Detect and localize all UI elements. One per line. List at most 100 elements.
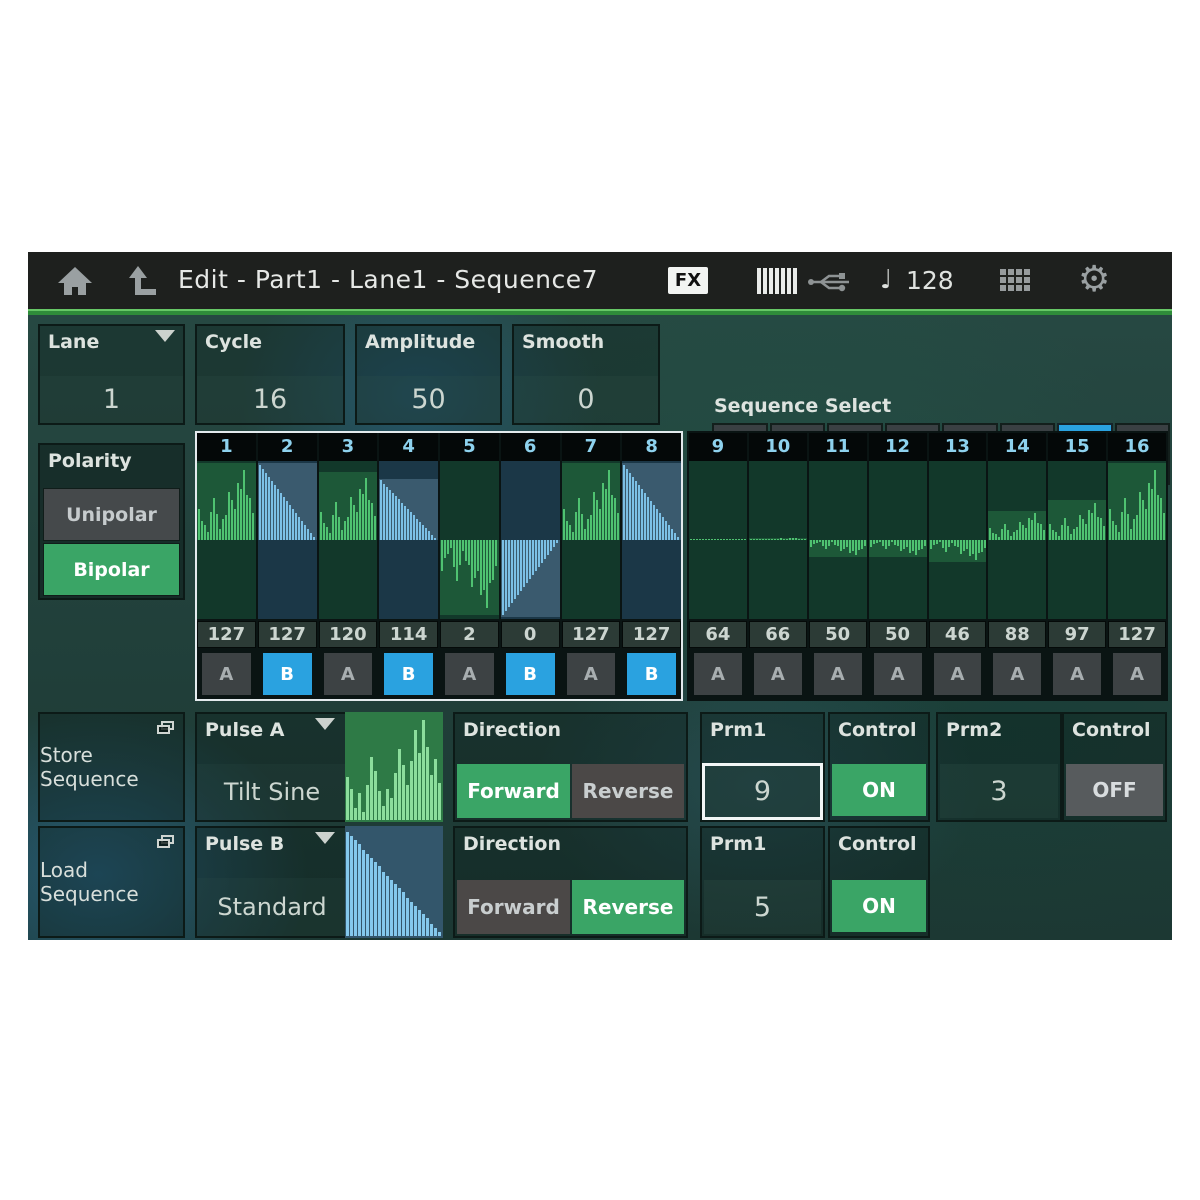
step-pulse-toggle[interactable]: A <box>754 653 802 695</box>
step-pulse-toggle[interactable]: A <box>1053 653 1101 695</box>
chevron-down-icon[interactable] <box>315 718 335 730</box>
step-number: 9 <box>689 433 747 461</box>
polarity-unipolar-button[interactable]: Unipolar <box>43 488 180 541</box>
step-wave-cell[interactable] <box>379 461 438 619</box>
smooth-value[interactable]: 0 <box>514 376 658 423</box>
pulse-a-box[interactable]: Pulse A Tilt Sine <box>195 712 443 822</box>
pulse-a-prm1-box[interactable]: Prm1 9 <box>700 712 825 822</box>
smooth-box[interactable]: Smooth 0 <box>512 324 660 425</box>
amplitude-box[interactable]: Amplitude 50 <box>355 324 502 425</box>
step-pulse-toggle[interactable]: A <box>567 653 616 695</box>
step-pulse-toggle[interactable]: A <box>694 653 742 695</box>
step-column-5: 52A <box>440 433 499 699</box>
step-wave-cell[interactable] <box>988 461 1046 619</box>
step-pulse-toggle[interactable]: B <box>384 653 433 695</box>
step-wave-cell[interactable] <box>622 461 681 619</box>
step-number: 8 <box>622 433 681 461</box>
pulse-a-prm2-value[interactable]: 3 <box>940 764 1058 818</box>
chevron-down-icon[interactable] <box>315 832 335 844</box>
step-pulse-toggle[interactable]: B <box>506 653 555 695</box>
step-pulse-select: A <box>689 650 747 699</box>
pulse-b-waveform[interactable]: Standard <box>197 878 347 936</box>
step-column-1: 1127A <box>197 433 256 699</box>
load-sequence-button[interactable]: Load Sequence <box>38 826 185 938</box>
step-wave-cell[interactable] <box>869 461 927 619</box>
step-value[interactable]: 120 <box>319 621 378 648</box>
step-wave-cell[interactable] <box>689 461 747 619</box>
control-label: Control <box>838 719 917 741</box>
step-wave-cell[interactable] <box>319 461 378 619</box>
step-wave-cell[interactable] <box>197 461 256 619</box>
pulse-a-forward-button[interactable]: Forward <box>457 764 570 818</box>
pulse-b-direction-box: Direction Forward Reverse <box>453 826 688 938</box>
tempo-value[interactable]: 128 <box>906 266 954 295</box>
step-value[interactable]: 97 <box>1048 621 1106 648</box>
step-pulse-toggle[interactable]: A <box>934 653 982 695</box>
pulse-a-label: Pulse A <box>205 719 284 741</box>
keyboard-icon[interactable] <box>757 268 799 294</box>
step-pulse-toggle[interactable]: A <box>814 653 862 695</box>
chevron-down-icon[interactable] <box>155 330 175 342</box>
step-value[interactable]: 50 <box>809 621 867 648</box>
step-wave-cell[interactable] <box>809 461 867 619</box>
step-column-8: 8 127 B <box>622 433 681 699</box>
step-wave-cell[interactable] <box>562 461 621 619</box>
page-title: Edit - Part1 - Lane1 - Sequence7 <box>178 265 598 294</box>
pulse-b-forward-button[interactable]: Forward <box>457 880 570 934</box>
step-value[interactable]: 0 <box>501 621 560 648</box>
step-value[interactable]: 2 <box>440 621 499 648</box>
step-value[interactable]: 127 <box>258 621 317 648</box>
home-icon[interactable] <box>56 264 94 296</box>
step-value[interactable]: 127 <box>622 621 681 648</box>
step-pulse-toggle[interactable]: A <box>445 653 494 695</box>
step-value[interactable]: 88 <box>988 621 1046 648</box>
step-value[interactable]: 127 <box>1108 621 1166 648</box>
step-pulse-toggle[interactable]: A <box>324 653 373 695</box>
step-wave-cell[interactable] <box>1108 461 1166 619</box>
step-value[interactable]: 66 <box>749 621 807 648</box>
step-pulse-toggle[interactable]: A <box>993 653 1041 695</box>
step-wave-cell[interactable] <box>501 461 560 619</box>
cycle-box[interactable]: Cycle 16 <box>195 324 345 425</box>
lane-box[interactable]: Lane 1 <box>38 324 185 425</box>
pulse-b-prm1-box[interactable]: Prm1 5 <box>700 826 825 938</box>
direction-label: Direction <box>463 719 561 741</box>
step-wave-cell[interactable] <box>749 461 807 619</box>
pulse-a-prm1-value[interactable]: 9 <box>702 763 823 820</box>
step-wave-cell[interactable] <box>440 461 499 619</box>
step-value[interactable]: 127 <box>197 621 256 648</box>
step-wave-cell[interactable] <box>929 461 987 619</box>
step-pulse-toggle[interactable]: B <box>627 653 676 695</box>
step-pulse-toggle[interactable]: A <box>874 653 922 695</box>
step-value[interactable]: 50 <box>869 621 927 648</box>
step-pulse-toggle[interactable]: B <box>263 653 312 695</box>
matrix-grid-icon[interactable] <box>1000 269 1034 295</box>
settings-gear-icon[interactable]: ⚙ <box>1078 259 1110 300</box>
pulse-b-control-toggle[interactable]: ON <box>832 880 926 932</box>
step-pulse-toggle[interactable]: A <box>202 653 251 695</box>
polarity-bipolar-button[interactable]: Bipolar <box>43 543 180 596</box>
step-wave-cell[interactable] <box>258 461 317 619</box>
pulse-a-reverse-button[interactable]: Reverse <box>572 764 684 818</box>
pulse-a-prm2-box[interactable]: Prm2 3 <box>936 712 1062 822</box>
pulse-b-box[interactable]: Pulse B Standard <box>195 826 443 938</box>
step-value[interactable]: 64 <box>689 621 747 648</box>
step-value[interactable]: 46 <box>929 621 987 648</box>
pulse-b-prm1-value[interactable]: 5 <box>704 880 821 934</box>
up-level-icon[interactable] <box>126 264 160 296</box>
fx-icon[interactable]: FX <box>668 267 708 294</box>
store-sequence-button[interactable]: Store Sequence <box>38 712 185 822</box>
lane-value[interactable]: 1 <box>40 376 183 423</box>
pulse-a-control-toggle[interactable]: ON <box>832 764 926 816</box>
step-number: 12 <box>869 433 927 461</box>
step-pulse-toggle[interactable]: A <box>1113 653 1161 695</box>
cycle-value[interactable]: 16 <box>197 376 343 423</box>
step-value[interactable]: 127 <box>562 621 621 648</box>
pulse-a-control2-toggle[interactable]: OFF <box>1066 764 1163 816</box>
step-group-9-16: 964A1066A1150A1250A1346A1488A1597A16127A <box>687 431 1168 701</box>
pulse-b-reverse-button[interactable]: Reverse <box>572 880 684 934</box>
pulse-a-waveform[interactable]: Tilt Sine <box>197 764 347 820</box>
step-wave-cell[interactable] <box>1048 461 1106 619</box>
amplitude-value[interactable]: 50 <box>357 376 500 423</box>
step-value[interactable]: 114 <box>379 621 438 648</box>
